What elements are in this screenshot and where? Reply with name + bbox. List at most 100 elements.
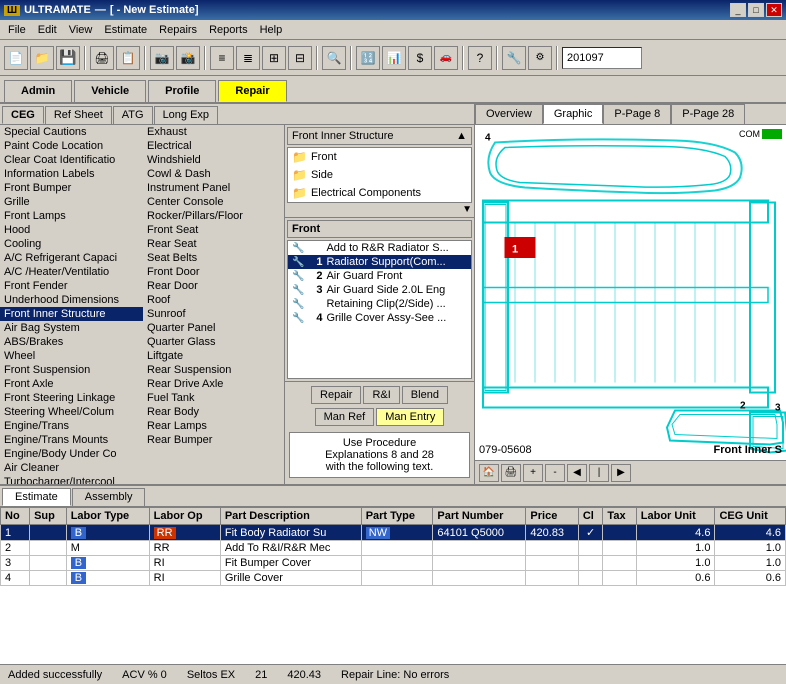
print-button[interactable]: 🖨 bbox=[90, 46, 114, 70]
cat-turbo[interactable]: Turbocharger/Intercool bbox=[0, 475, 143, 484]
camera2-button[interactable]: 📸 bbox=[176, 46, 200, 70]
cat-exhaust[interactable]: Exhaust bbox=[143, 125, 284, 139]
cat-hood[interactable]: Hood bbox=[0, 223, 143, 237]
graphic-arrow-right-button[interactable]: ▶ bbox=[611, 464, 631, 482]
cat-wheel[interactable]: Wheel bbox=[0, 349, 143, 363]
camera-button[interactable]: 📷 bbox=[150, 46, 174, 70]
nav-tab-repair[interactable]: Repair bbox=[218, 80, 286, 102]
g-tab-graphic[interactable]: Graphic bbox=[543, 104, 604, 124]
cat-steering-link[interactable]: Front Steering Linkage bbox=[0, 391, 143, 405]
est-tab-estimate[interactable]: Estimate bbox=[2, 488, 71, 506]
cat-front-inner[interactable]: Front Inner Structure bbox=[0, 307, 143, 321]
menu-help[interactable]: Help bbox=[254, 22, 289, 38]
part-item-5[interactable]: 🔧 4 Grille Cover Assy-See ... bbox=[288, 311, 471, 325]
ceg-tab-ceg[interactable]: CEG bbox=[2, 106, 44, 124]
graphic-print-button[interactable]: 🖨 bbox=[501, 464, 521, 482]
table-row[interactable]: 1 B RR Fit Body Radiator Su NW 64101 Q50… bbox=[1, 525, 786, 541]
cat-info-labels[interactable]: Information Labels bbox=[0, 167, 143, 181]
cat-engine-trans[interactable]: Engine/Trans bbox=[0, 419, 143, 433]
cat-special-cautions[interactable]: Special Cautions bbox=[0, 125, 143, 139]
cat-seat-belts[interactable]: Seat Belts bbox=[143, 251, 284, 265]
table-row[interactable]: 3 B RI Fit Bumper Cover 1.0 1.0 bbox=[1, 556, 786, 571]
graphic-arrow-left-button[interactable]: ◀ bbox=[567, 464, 587, 482]
list4-button[interactable]: ⊟ bbox=[288, 46, 312, 70]
menu-file[interactable]: File bbox=[2, 22, 32, 38]
g-tab-ppage28[interactable]: P-Page 28 bbox=[671, 104, 745, 124]
cat-front-bumper[interactable]: Front Bumper bbox=[0, 181, 143, 195]
cat-cooling[interactable]: Cooling bbox=[0, 237, 143, 251]
cat-clear-coat[interactable]: Clear Coat Identificatio bbox=[0, 153, 143, 167]
cat-rocker[interactable]: Rocker/Pillars/Floor bbox=[143, 209, 284, 223]
structure-scroll-up[interactable]: ▲ bbox=[456, 130, 467, 142]
menu-view[interactable]: View bbox=[63, 22, 99, 38]
cat-liftgate[interactable]: Liftgate bbox=[143, 349, 284, 363]
list3-button[interactable]: ⊞ bbox=[262, 46, 286, 70]
search-button[interactable]: 🔍 bbox=[322, 46, 346, 70]
cat-rear-seat[interactable]: Rear Seat bbox=[143, 237, 284, 251]
parts-list[interactable]: 🔧 Add to R&R Radiator S... 🔧 1 Radiator … bbox=[287, 240, 472, 379]
cat-ac-refrig[interactable]: A/C Refrigerant Capaci bbox=[0, 251, 143, 265]
minimize-button[interactable]: _ bbox=[730, 3, 746, 17]
cat-electrical[interactable]: Electrical bbox=[143, 139, 284, 153]
cat-quarter-panel[interactable]: Quarter Panel bbox=[143, 321, 284, 335]
g-tab-ppage8[interactable]: P-Page 8 bbox=[603, 104, 671, 124]
cat-rear-body[interactable]: Rear Body bbox=[143, 405, 284, 419]
part-item-1[interactable]: 🔧 1 Radiator Support(Com... bbox=[288, 255, 471, 269]
ceg-tab-longexp[interactable]: Long Exp bbox=[154, 106, 218, 124]
cat-grille[interactable]: Grille bbox=[0, 195, 143, 209]
struct-side[interactable]: 📁 Side bbox=[288, 166, 471, 184]
part-item-0[interactable]: 🔧 Add to R&R Radiator S... bbox=[288, 241, 471, 255]
struct-front[interactable]: 📁 Front bbox=[288, 148, 471, 166]
info-button[interactable]: ? bbox=[468, 46, 492, 70]
cat-paint-code[interactable]: Paint Code Location bbox=[0, 139, 143, 153]
maximize-button[interactable]: □ bbox=[748, 3, 764, 17]
menu-estimate[interactable]: Estimate bbox=[98, 22, 153, 38]
menu-reports[interactable]: Reports bbox=[203, 22, 254, 38]
cat-front-fender[interactable]: Front Fender bbox=[0, 279, 143, 293]
dollar-button[interactable]: $ bbox=[408, 46, 432, 70]
cat-underhood[interactable]: Underhood Dimensions bbox=[0, 293, 143, 307]
estimate-table-container[interactable]: No Sup Labor Type Labor Op Part Descript… bbox=[0, 506, 786, 664]
nav-tab-profile[interactable]: Profile bbox=[148, 80, 216, 102]
part-item-2[interactable]: 🔧 2 Air Guard Front bbox=[288, 269, 471, 283]
cat-fuel-tank[interactable]: Fuel Tank bbox=[143, 391, 284, 405]
cat-ac-heater[interactable]: A/C /Heater/Ventilatio bbox=[0, 265, 143, 279]
cat-air-cleaner[interactable]: Air Cleaner bbox=[0, 461, 143, 475]
cat-front-door[interactable]: Front Door bbox=[143, 265, 284, 279]
cat-windshield[interactable]: Windshield bbox=[143, 153, 284, 167]
repair-button[interactable]: Repair bbox=[311, 386, 361, 404]
settings-button[interactable]: ⚙ bbox=[528, 46, 552, 70]
new-button[interactable]: 📄 bbox=[4, 46, 28, 70]
cat-rear-susp[interactable]: Rear Suspension bbox=[143, 363, 284, 377]
cat-front-susp[interactable]: Front Suspension bbox=[0, 363, 143, 377]
est-tab-assembly[interactable]: Assembly bbox=[72, 488, 146, 506]
cat-quarter-glass[interactable]: Quarter Glass bbox=[143, 335, 284, 349]
car-button[interactable]: 🚗 bbox=[434, 46, 458, 70]
calc-button[interactable]: 🔢 bbox=[356, 46, 380, 70]
open-button[interactable]: 📁 bbox=[30, 46, 54, 70]
cat-instrument[interactable]: Instrument Panel bbox=[143, 181, 284, 195]
graphic-zoom-out-button[interactable]: - bbox=[545, 464, 565, 482]
part-item-4[interactable]: 🔧 Retaining Clip(2/Side) ... bbox=[288, 297, 471, 311]
structure-list[interactable]: 📁 Front 📁 Side 📁 Electrical Components bbox=[287, 147, 472, 203]
cat-abs[interactable]: ABS/Brakes bbox=[0, 335, 143, 349]
ceg-tab-refsheet[interactable]: Ref Sheet bbox=[45, 106, 112, 124]
cat-airbag[interactable]: Air Bag System bbox=[0, 321, 143, 335]
blend-button[interactable]: Blend bbox=[402, 386, 448, 404]
cat-sunroof[interactable]: Sunroof bbox=[143, 307, 284, 321]
list-button[interactable]: ≡ bbox=[210, 46, 234, 70]
close-button[interactable]: ✕ bbox=[766, 3, 782, 17]
man-ref-button[interactable]: Man Ref bbox=[315, 408, 375, 426]
table-row[interactable]: 4 B RI Grille Cover 0.6 0.6 bbox=[1, 571, 786, 586]
cat-engine-mounts[interactable]: Engine/Trans Mounts bbox=[0, 433, 143, 447]
cat-engine-body[interactable]: Engine/Body Under Co bbox=[0, 447, 143, 461]
man-entry-button[interactable]: Man Entry bbox=[376, 408, 444, 426]
nav-tab-vehicle[interactable]: Vehicle bbox=[74, 80, 146, 102]
print2-button[interactable]: 📋 bbox=[116, 46, 140, 70]
list2-button[interactable]: ≣ bbox=[236, 46, 260, 70]
graphic-home-button[interactable]: 🏠 bbox=[479, 464, 499, 482]
cat-front-lamps[interactable]: Front Lamps bbox=[0, 209, 143, 223]
cat-rear-axle[interactable]: Rear Drive Axle bbox=[143, 377, 284, 391]
estimate-number-input[interactable] bbox=[562, 47, 642, 69]
graphic-nav-button[interactable]: | bbox=[589, 464, 609, 482]
